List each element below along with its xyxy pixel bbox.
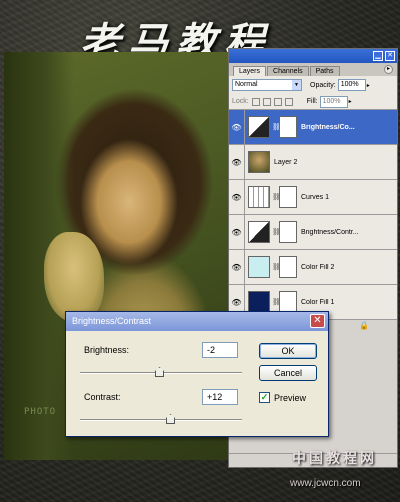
lock-label: Lock: xyxy=(232,98,249,105)
cancel-button[interactable]: Cancel xyxy=(259,365,317,381)
layer-name: Color Fill 2 xyxy=(301,263,335,271)
preview-label: Preview xyxy=(274,393,307,403)
opacity-input[interactable]: 100% xyxy=(337,79,366,91)
layer-mask-thumb[interactable] xyxy=(279,256,297,278)
opacity-arrow-icon[interactable]: ▸ xyxy=(367,82,370,89)
eye-icon[interactable]: 👁 xyxy=(229,144,245,180)
tab-paths[interactable]: Paths xyxy=(309,66,340,76)
palette-menu-icon[interactable]: ▸ xyxy=(384,65,393,74)
lock-pixels-icon[interactable] xyxy=(262,97,271,106)
link-chain-icon: ⛓ xyxy=(272,299,281,306)
eye-icon[interactable]: 👁 xyxy=(229,249,245,285)
ok-button[interactable]: OK xyxy=(259,343,317,359)
tab-channels[interactable]: Channels xyxy=(267,66,309,76)
link-chain-icon: ⛓ xyxy=(272,229,281,236)
minimize-icon[interactable]: ▁ xyxy=(373,51,383,61)
layer-mask-thumb[interactable] xyxy=(279,291,297,313)
brightness-input[interactable]: -2 xyxy=(202,342,238,358)
preview-checkbox[interactable]: ✓ xyxy=(259,392,270,403)
site-url: www.jcwcn.com xyxy=(290,478,361,489)
brightness-label: Brightness: xyxy=(84,345,130,355)
dialog-titlebar: Brightness/Contrast ✕ xyxy=(66,312,328,331)
curves-thumb-icon xyxy=(248,186,270,208)
layer-list: 👁 ⛓ Brightness/Co... 👁 Layer 2 👁 ⛓ Curve… xyxy=(229,109,397,320)
layer-mask-thumb[interactable] xyxy=(279,221,297,243)
layer-mask-thumb[interactable] xyxy=(279,186,297,208)
close-icon[interactable]: ✕ xyxy=(310,314,325,328)
layer-name: Curves 1 xyxy=(301,193,330,201)
layer-row[interactable]: 👁 Layer 2 xyxy=(229,144,397,180)
lock-position-icon[interactable] xyxy=(273,97,282,106)
opacity-label: Opacity: xyxy=(310,81,336,89)
lock-all-icon[interactable] xyxy=(284,97,293,106)
tab-layers[interactable]: Layers xyxy=(233,66,267,76)
fill-label: Fill: xyxy=(306,98,318,105)
eye-icon[interactable]: 👁 xyxy=(229,214,245,250)
photo-thumb-icon xyxy=(248,151,270,173)
fill-arrow-icon[interactable]: ▸ xyxy=(349,98,352,105)
layer-name: Brightness/Contr... xyxy=(301,228,359,236)
fill-input[interactable]: 100% xyxy=(319,95,348,108)
layer-row[interactable]: 👁 ⛓ Curves 1 xyxy=(229,179,397,215)
adjustment-thumb-icon xyxy=(248,221,270,243)
palette-titlebar: ▁ ✕ xyxy=(229,49,397,63)
lock-transparency-icon[interactable] xyxy=(251,97,260,106)
layer-mask-thumb[interactable] xyxy=(279,116,297,138)
color-fill-thumb-icon xyxy=(248,291,270,313)
eye-icon[interactable]: 👁 xyxy=(229,179,245,215)
background-lock-icon: 🔒 xyxy=(359,321,369,330)
layer-row[interactable]: 👁 ⛓ Color Fill 2 xyxy=(229,249,397,285)
contrast-slider-track[interactable] xyxy=(80,419,242,421)
layer-name: Color Fill 1 xyxy=(301,298,335,306)
link-chain-icon: ⛓ xyxy=(272,194,281,201)
layer-row[interactable]: 👁 ⛓ Brightness/Contr... xyxy=(229,214,397,250)
blend-row: Normal ▼ Opacity: 100% ▸ xyxy=(229,76,397,94)
hand-shape xyxy=(44,232,104,322)
site-watermark: 中国教程网 xyxy=(292,450,377,466)
layer-name: Layer 2 xyxy=(274,158,298,166)
dialog-title: Brightness/Contrast xyxy=(72,316,152,326)
adjustment-thumb-icon xyxy=(248,116,270,138)
link-chain-icon: ⛓ xyxy=(272,264,281,271)
contrast-label: Contrast: xyxy=(84,392,121,402)
blend-mode-value: Normal xyxy=(235,81,258,88)
brightness-slider-handle[interactable] xyxy=(155,367,164,377)
layer-row[interactable]: 👁 ⛓ Brightness/Co... xyxy=(229,109,397,145)
photo-watermark: PHOTO xyxy=(24,407,57,417)
lock-row: Lock: Fill: 100% ▸ xyxy=(229,94,397,110)
contrast-slider-handle[interactable] xyxy=(166,414,175,424)
close-icon[interactable]: ✕ xyxy=(385,51,395,61)
layer-name: Brightness/Co... xyxy=(301,123,355,131)
blend-mode-select[interactable]: Normal ▼ xyxy=(232,79,302,91)
eye-icon[interactable]: 👁 xyxy=(229,109,245,145)
chevron-down-icon: ▼ xyxy=(292,80,301,90)
brightness-contrast-dialog: Brightness/Contrast ✕ Brightness: -2 Con… xyxy=(65,311,329,437)
link-chain-icon: ⛓ xyxy=(272,124,281,131)
contrast-input[interactable]: +12 xyxy=(202,389,238,405)
color-fill-thumb-icon xyxy=(248,256,270,278)
palette-tabs: Layers Channels Paths ▸ xyxy=(229,63,397,76)
